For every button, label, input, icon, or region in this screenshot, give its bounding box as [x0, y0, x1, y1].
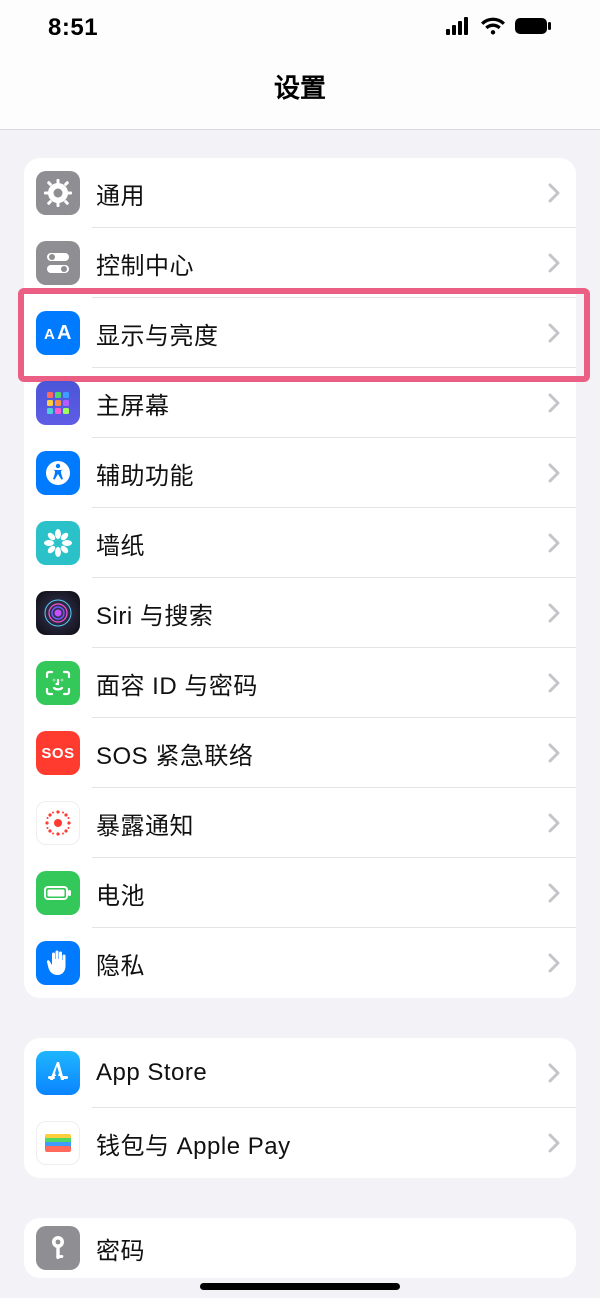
page-title: 设置 — [0, 68, 600, 105]
row-faceid[interactable]: 面容 ID 与密码 — [24, 648, 576, 718]
settings-group-3: 密码 — [24, 1218, 576, 1278]
svg-text:A: A — [57, 322, 71, 344]
chevron-right-icon — [548, 183, 560, 203]
row-label: SOS 紧急联络 — [96, 736, 540, 771]
switches-icon — [36, 241, 80, 285]
chevron-right-icon — [548, 463, 560, 483]
row-label: 密码 — [96, 1231, 560, 1266]
status-indicators — [446, 16, 552, 41]
row-exposure[interactable]: 暴露通知 — [24, 788, 576, 858]
battery-icon — [36, 871, 80, 915]
home-indicator[interactable] — [200, 1283, 400, 1290]
chevron-right-icon — [548, 883, 560, 903]
row-wallpaper[interactable]: 墙纸 — [24, 508, 576, 578]
settings-group-2: App Store 钱包与 Apple Pay — [24, 1038, 576, 1178]
chevron-right-icon — [548, 603, 560, 623]
row-label: 通用 — [96, 176, 540, 211]
apps-grid-icon — [36, 381, 80, 425]
row-accessibility[interactable]: 辅助功能 — [24, 438, 576, 508]
row-label: 电池 — [96, 876, 540, 911]
sos-icon: SOS — [36, 731, 80, 775]
settings-group-1: 通用 控制中心 AA 显示与亮度 主屏幕 — [24, 158, 576, 998]
gear-icon — [36, 171, 80, 215]
row-display-brightness[interactable]: AA 显示与亮度 — [24, 298, 576, 368]
row-label: 控制中心 — [96, 246, 540, 281]
chevron-right-icon — [548, 533, 560, 553]
row-home-screen[interactable]: 主屏幕 — [24, 368, 576, 438]
row-label: 暴露通知 — [96, 806, 540, 841]
row-privacy[interactable]: 隐私 — [24, 928, 576, 998]
chevron-right-icon — [548, 673, 560, 693]
appstore-icon — [36, 1051, 80, 1095]
row-label: 辅助功能 — [96, 456, 540, 491]
status-time: 8:51 — [48, 14, 98, 42]
row-label: 主屏幕 — [96, 386, 540, 421]
row-siri[interactable]: Siri 与搜索 — [24, 578, 576, 648]
row-control-center[interactable]: 控制中心 — [24, 228, 576, 298]
row-passwords[interactable]: 密码 — [24, 1218, 576, 1278]
row-label: 隐私 — [96, 946, 540, 981]
row-label: 钱包与 Apple Pay — [96, 1126, 540, 1161]
row-label: App Store — [96, 1059, 540, 1087]
row-label: 面容 ID 与密码 — [96, 666, 540, 701]
siri-icon — [36, 591, 80, 635]
hand-icon — [36, 941, 80, 985]
chevron-right-icon — [548, 743, 560, 763]
chevron-right-icon — [548, 953, 560, 973]
chevron-right-icon — [548, 1133, 560, 1153]
aa-icon: AA — [36, 311, 80, 355]
row-wallet[interactable]: 钱包与 Apple Pay — [24, 1108, 576, 1178]
chevron-right-icon — [548, 253, 560, 273]
row-label: 墙纸 — [96, 526, 540, 561]
navbar: 设置 — [0, 56, 600, 130]
accessibility-icon — [36, 451, 80, 495]
battery-icon — [514, 17, 552, 40]
svg-text:A: A — [44, 326, 55, 343]
row-label: Siri 与搜索 — [96, 596, 540, 631]
faceid-icon — [36, 661, 80, 705]
flower-icon — [36, 521, 80, 565]
row-label: 显示与亮度 — [96, 316, 540, 351]
chevron-right-icon — [548, 393, 560, 413]
row-general[interactable]: 通用 — [24, 158, 576, 228]
wifi-icon — [480, 16, 506, 41]
settings-content: 通用 控制中心 AA 显示与亮度 主屏幕 — [0, 158, 600, 1278]
wallet-icon — [36, 1121, 80, 1165]
status-bar: 8:51 — [0, 0, 600, 56]
row-battery[interactable]: 电池 — [24, 858, 576, 928]
chevron-right-icon — [548, 1063, 560, 1083]
row-appstore[interactable]: App Store — [24, 1038, 576, 1108]
exposure-icon — [36, 801, 80, 845]
cellular-icon — [446, 17, 472, 40]
chevron-right-icon — [548, 323, 560, 343]
row-sos[interactable]: SOS SOS 紧急联络 — [24, 718, 576, 788]
key-icon — [36, 1226, 80, 1270]
chevron-right-icon — [548, 813, 560, 833]
